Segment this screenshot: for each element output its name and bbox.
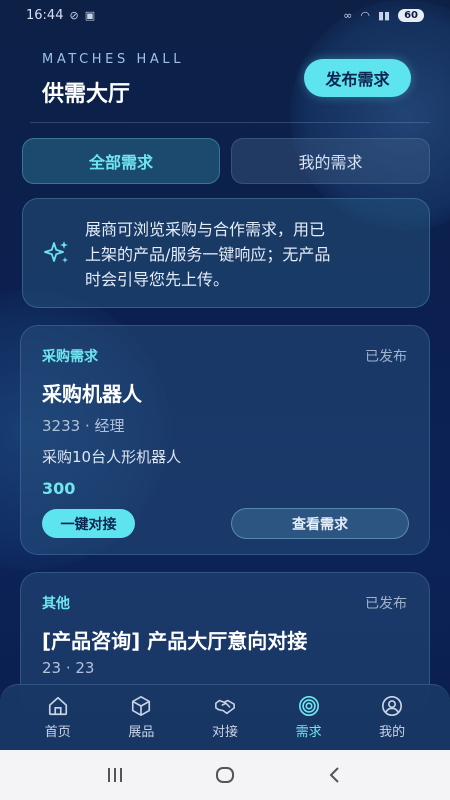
sparkle-icon [44, 241, 68, 263]
demand-meta: 3233 · 经理 [42, 417, 125, 435]
demand-meta: 23 · 23 [42, 659, 95, 677]
info-text: 展商可浏览采购与合作需求，用已 上架的产品/服务一键响应；无产品 时会引导您先上… [85, 217, 415, 292]
view-demand-button[interactable]: 查看需求 [231, 508, 409, 539]
status-bar: 16:44 ⊘ ▣ ∞ ◠ ▮▮ 60 [0, 0, 450, 30]
nav-label: 我的 [379, 725, 406, 740]
decorative-glow-top-right [290, 0, 450, 230]
nav-label: 需求 [295, 725, 322, 740]
nav-item-mine[interactable]: 我的 [357, 695, 427, 740]
tab-my-demands[interactable]: 我的需求 [231, 138, 430, 184]
nav-label: 对接 [211, 725, 238, 740]
nav-label: 展品 [128, 725, 155, 740]
demand-description: 采购10台人形机器人 [42, 448, 182, 466]
demand-price: 300 [42, 479, 76, 498]
home-button-icon[interactable] [213, 763, 237, 787]
tab-all-demands[interactable]: 全部需求 [22, 138, 220, 184]
nav-item-match[interactable]: 对接 [190, 695, 260, 740]
demand-status: 已发布 [365, 349, 407, 365]
user-icon [382, 696, 403, 716]
system-nav-bar [0, 750, 450, 800]
target-icon [298, 696, 319, 716]
nav-item-home[interactable]: 首页 [23, 695, 93, 740]
demand-title: [产品咨询] 产品大厅意向对接 [42, 629, 308, 653]
nav-item-demand[interactable]: 需求 [274, 695, 344, 740]
battery-indicator: 60 [398, 8, 424, 22]
demand-title: 采购机器人 [42, 382, 142, 406]
demand-card[interactable]: 采购需求 已发布 采购机器人 3233 · 经理 采购10台人形机器人 300 … [20, 325, 430, 555]
header-subtitle-en: MATCHES HALL [42, 52, 185, 67]
handshake-icon [215, 699, 235, 715]
home-icon [48, 696, 67, 716]
app-screen: 16:44 ⊘ ▣ ∞ ◠ ▮▮ 60 MATCHES HALL 供需大厅 发布… [0, 0, 450, 800]
nav-label: 首页 [44, 725, 71, 740]
header-divider [30, 122, 430, 123]
page-title: 供需大厅 [42, 82, 131, 107]
info-line: 展商可浏览采购与合作需求，用已 [85, 220, 326, 239]
notification-icon: ▣ [84, 8, 96, 22]
box-icon [132, 696, 151, 716]
wifi-icon: ◠ [360, 8, 370, 22]
info-line: 上架的产品/服务一键响应；无产品 [85, 245, 331, 264]
back-icon[interactable] [323, 763, 347, 787]
status-time: 16:44 [26, 7, 64, 23]
link-icon: ∞ [343, 8, 353, 22]
demand-status: 已发布 [365, 596, 407, 612]
recent-apps-icon[interactable] [103, 763, 127, 787]
one-click-match-button[interactable]: 一键对接 [42, 509, 135, 538]
info-line: 时会引导您先上传。 [85, 270, 230, 289]
publish-demand-button[interactable]: 发布需求 [304, 59, 411, 97]
bottom-nav: 首页 展品 对接 需求 我的 [0, 684, 450, 750]
demand-type-badge: 采购需求 [42, 349, 98, 365]
signal-icon: ▮▮ [377, 8, 391, 22]
alarm-icon: ⊘ [69, 8, 79, 22]
info-card: 展商可浏览采购与合作需求，用已 上架的产品/服务一键响应；无产品 时会引导您先上… [22, 198, 430, 308]
nav-item-products[interactable]: 展品 [106, 695, 176, 740]
demand-type-badge: 其他 [42, 596, 70, 612]
